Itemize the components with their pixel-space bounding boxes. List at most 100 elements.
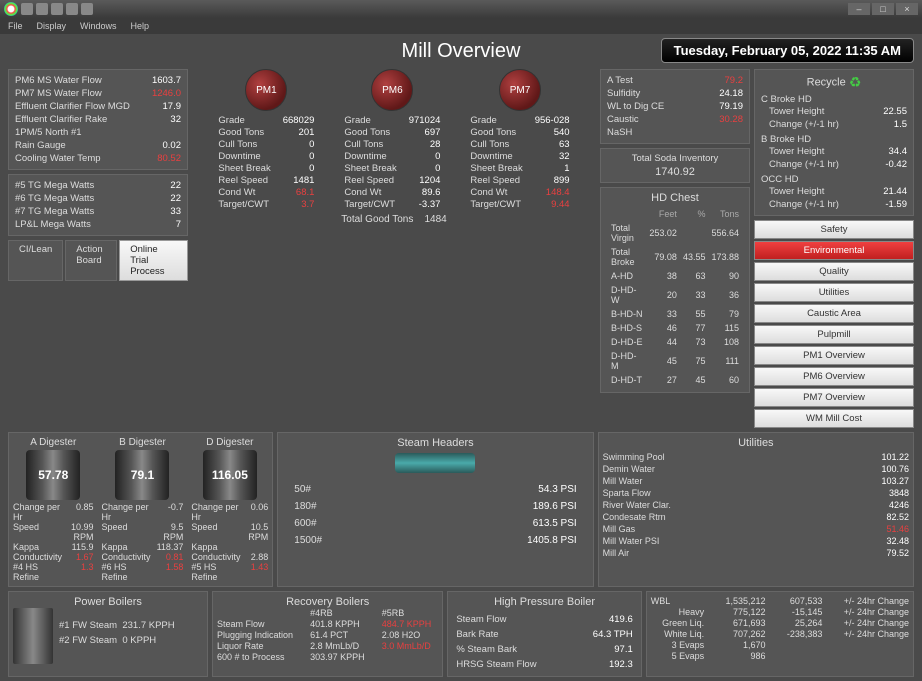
digester: B Digester79.1Change per Hr-0.7Speed9.5 … <box>102 437 184 582</box>
toolbar-button[interactable] <box>21 3 33 15</box>
table-row: D-HD-E4473108 <box>609 336 741 348</box>
digesters-panel: A Digester57.78Change per Hr0.85Speed10.… <box>8 432 273 587</box>
data-row: Mill Water PSI32.48 <box>603 535 909 547</box>
maximize-button[interactable]: □ <box>872 3 894 15</box>
data-row: 600#613.5 PSI <box>282 515 588 532</box>
data-row: PM7 MS Water Flow1246.0 <box>15 87 181 100</box>
nav-button-pulpmill[interactable]: Pulpmill <box>754 325 914 344</box>
data-row: A Test79.2 <box>607 74 743 87</box>
hdchest-title: HD Chest <box>607 192 743 204</box>
nav-button-safety[interactable]: Safety <box>754 220 914 239</box>
data-row: Sparta Flow3848 <box>603 487 909 499</box>
power-title: Power Boilers <box>13 596 203 608</box>
nav-button-pm-overview[interactable]: PM6 Overview <box>754 367 914 386</box>
tests-panel: A Test79.2Sulfidity24.18WL to Dig CE79.1… <box>600 69 750 144</box>
menu-help[interactable]: Help <box>131 21 150 31</box>
recycle-icon: ♻ <box>849 74 862 90</box>
digester: A Digester57.78Change per Hr0.85Speed10.… <box>13 437 94 582</box>
tab-action-board[interactable]: Action Board <box>65 240 117 281</box>
table-row: D-HD-T274560 <box>609 374 741 386</box>
table-row: D-HD-M4575111 <box>609 350 741 372</box>
page-title: Mill Overview <box>402 40 521 62</box>
total-good-tons: Total Good Tons 1484 <box>192 214 596 225</box>
data-row: WL to Dig CE79.19 <box>607 100 743 113</box>
data-row: Bark Rate64.3 TPH <box>452 627 636 642</box>
data-row: #7 TG Mega Watts33 <box>15 205 181 218</box>
hpb-title: High Pressure Boiler <box>452 596 636 608</box>
data-row: Demin Water100.76 <box>603 463 909 475</box>
soda-value: 1740.92 <box>607 166 743 178</box>
recycle-title: Recycle ♻ <box>761 74 907 91</box>
toolbar-button[interactable] <box>36 3 48 15</box>
table-row: B-HD-N335579 <box>609 308 741 320</box>
close-button[interactable]: × <box>896 3 918 15</box>
steam-headers-panel: Steam Headers 50#54.3 PSI180#189.6 PSI60… <box>277 432 593 587</box>
nav-button-quality[interactable]: Quality <box>754 262 914 281</box>
table-row: Total Virgin253.02556.64 <box>609 222 741 244</box>
recovery-title: Recovery Boilers <box>217 596 438 608</box>
utilities-panel: Utilities Swimming Pool101.22Demin Water… <box>598 432 914 587</box>
recycle-panel: Recycle ♻ C Broke HDTower Height22.55Cha… <box>754 69 914 216</box>
menu-windows[interactable]: Windows <box>80 21 117 31</box>
nav-button-wm-mill-cost[interactable]: WM Mill Cost <box>754 409 914 428</box>
data-row: Caustic30.28 <box>607 113 743 126</box>
data-row: Condesate Rtrn82.52 <box>603 511 909 523</box>
pm-indicator-icon: PM1 <box>245 69 287 111</box>
table-row: A-HD386390 <box>609 270 741 282</box>
tg-panel: #5 TG Mega Watts22#6 TG Mega Watts22#7 T… <box>8 174 188 236</box>
recycle-item: C Broke HDTower Height22.55Change (+/-1 … <box>761 94 907 131</box>
tank-icon: 79.1 <box>115 450 169 500</box>
util-title: Utilities <box>603 437 909 449</box>
steam-header-icon <box>395 453 475 473</box>
minimize-button[interactable]: – <box>848 3 870 15</box>
pm-indicator-icon: PM6 <box>371 69 413 111</box>
data-row: NaSH <box>607 126 743 139</box>
nav-button-environmental[interactable]: Environmental <box>754 241 914 260</box>
tab-ci-lean[interactable]: CI/Lean <box>8 240 63 281</box>
data-row: #5 TG Mega Watts22 <box>15 179 181 192</box>
pm-column: PM1Grade668029Good Tons201Cull Tons0Down… <box>218 69 314 210</box>
hp-boiler-panel: High Pressure Boiler Steam Flow419.6Bark… <box>447 591 641 677</box>
menu-bar: File Display Windows Help <box>0 18 922 34</box>
data-row: #6 TG Mega Watts22 <box>15 192 181 205</box>
data-row: Steam Flow419.6 <box>452 612 636 627</box>
data-row: Mill Water103.27 <box>603 475 909 487</box>
toolbar-button[interactable] <box>81 3 93 15</box>
recycle-item: B Broke HDTower Height34.4Change (+/-1 h… <box>761 134 907 171</box>
clock-display: Tuesday, February 05, 2022 11:35 AM <box>661 38 914 63</box>
data-row: Rain Gauge0.02 <box>15 139 181 152</box>
soda-panel: Total Soda Inventory 1740.92 <box>600 148 750 183</box>
data-row: 180#189.6 PSI <box>282 498 588 515</box>
recycle-item: OCC HDTower Height21.44Change (+/-1 hr)-… <box>761 174 907 211</box>
menu-file[interactable]: File <box>8 21 23 31</box>
nav-button-pm-overview[interactable]: PM7 Overview <box>754 388 914 407</box>
data-row: Effluent Clarifier Rake32 <box>15 113 181 126</box>
nav-button-utilities[interactable]: Utilities <box>754 283 914 302</box>
nav-button-caustic-area[interactable]: Caustic Area <box>754 304 914 323</box>
tank-icon: 57.78 <box>26 450 80 500</box>
app-logo-icon <box>4 2 18 16</box>
flow-panel: PM6 MS Water Flow1603.7PM7 MS Water Flow… <box>8 69 188 170</box>
table-row: B-HD-S4677115 <box>609 322 741 334</box>
tab-online-trial-process[interactable]: Online Trial Process <box>119 240 188 281</box>
page-header: Mill Overview Tuesday, February 05, 2022… <box>8 40 914 63</box>
data-row: Effluent Clarifier Flow MGD17.9 <box>15 100 181 113</box>
data-row: River Water Clar.4246 <box>603 499 909 511</box>
recovery-boilers-panel: Recovery Boilers #4RB#5RBSteam Flow401.8… <box>212 591 443 677</box>
data-row: Sulfidity24.18 <box>607 87 743 100</box>
nav-button-pm-overview[interactable]: PM1 Overview <box>754 346 914 365</box>
toolbar-button[interactable] <box>51 3 63 15</box>
pm-row: PM1Grade668029Good Tons201Cull Tons0Down… <box>192 69 596 210</box>
table-row: D-HD-W203336 <box>609 284 741 306</box>
button-stack: Safety Environmental Quality Utilities Caust… <box>754 220 914 428</box>
hdchest-panel: HD Chest Feet%TonsTotal Virgin253.02556.… <box>600 187 750 393</box>
pm-indicator-icon: PM7 <box>499 69 541 111</box>
toolbar-button[interactable] <box>66 3 78 15</box>
table-row: Total Broke79.0843.55173.88 <box>609 246 741 268</box>
power-boilers-panel: Power Boilers #1 FW Steam 231.7 KPPH#2 F… <box>8 591 208 677</box>
pm-column: PM6Grade971024Good Tons697Cull Tons28Dow… <box>344 69 440 210</box>
data-row: LP&L Mega Watts7 <box>15 218 181 231</box>
menu-display[interactable]: Display <box>37 21 67 31</box>
steam-title: Steam Headers <box>282 437 588 449</box>
data-row: 50#54.3 PSI <box>282 481 588 498</box>
